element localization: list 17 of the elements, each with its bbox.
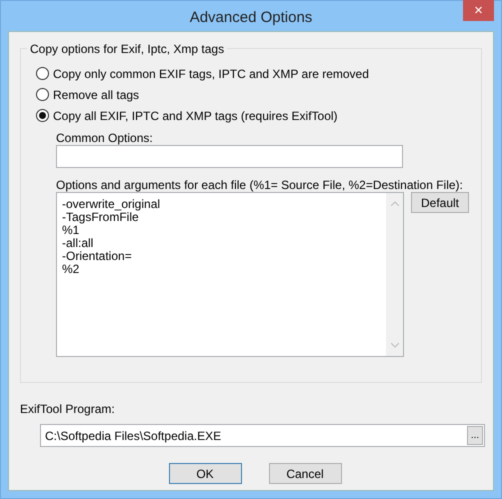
field-label: ExifTool Program: [20,401,116,418]
radio-label[interactable]: Copy only common EXIF tags, IPTC and XMP are removed [53,64,369,82]
radio-button[interactable] [36,67,49,80]
dialog-button[interactable]: Cancel [268,463,342,484]
common-options-field[interactable] [56,145,403,168]
field-label: Common Options: [56,130,154,145]
radio-label[interactable]: Remove all tags [53,86,140,104]
field-label: Options and arguments for each file (%1= Source File, %2=Destination File): [56,177,464,192]
radio-button[interactable] [36,109,49,122]
window-title: Advanced Options [190,8,312,28]
dialog-button[interactable]: OK [168,463,242,484]
exiftool-path-field[interactable]: C:\Softpedia Files\Softpedia.EXE ... [40,424,485,447]
close-button[interactable]: × [463,0,494,21]
browse-button[interactable]: ... [467,426,483,445]
radio-button[interactable] [36,88,49,101]
radio-label[interactable]: Copy all EXIF, IPTC and XMP tags (requires ExifTool) [53,106,338,124]
default-button[interactable]: Default [411,192,469,213]
